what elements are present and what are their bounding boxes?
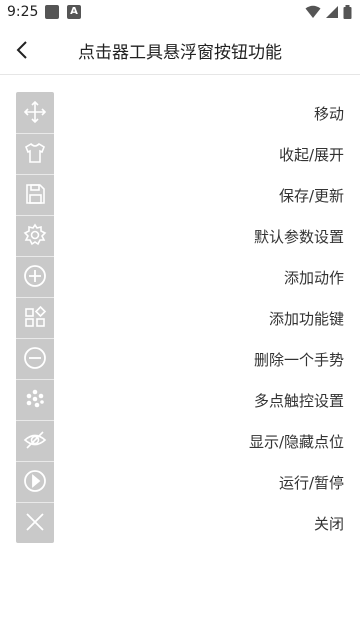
wifi-icon bbox=[305, 5, 321, 18]
menu-item-label: 添加功能键 bbox=[268, 310, 344, 328]
gear-icon bbox=[17, 217, 53, 253]
add-circle-icon bbox=[17, 258, 53, 294]
menu-item-toggle-points[interactable]: 显示/隐藏点位 bbox=[0, 420, 360, 461]
multi-dots-icon bbox=[17, 381, 53, 417]
a-notification-icon: A bbox=[67, 5, 81, 19]
remove-circle-icon bbox=[17, 340, 53, 376]
menu-item-multitouch-settings[interactable]: 多点触控设置 bbox=[0, 379, 360, 420]
menu-item-label: 删除一个手势 bbox=[253, 351, 344, 369]
menu-item-save-update[interactable]: 保存/更新 bbox=[0, 174, 360, 215]
save-icon bbox=[17, 176, 53, 212]
menu-item-label: 关闭 bbox=[313, 515, 344, 533]
menu-item-close[interactable]: 关闭 bbox=[0, 502, 360, 543]
battery-icon bbox=[343, 5, 352, 19]
menu-item-add-function-key[interactable]: 添加功能键 bbox=[0, 297, 360, 338]
eye-icon bbox=[17, 422, 53, 458]
status-time: 9:25 bbox=[7, 4, 39, 20]
widgets-icon bbox=[17, 299, 53, 335]
menu-item-add-action[interactable]: 添加动作 bbox=[0, 256, 360, 297]
menu-item-label: 保存/更新 bbox=[278, 187, 344, 205]
signal-icon bbox=[326, 6, 338, 18]
menu-item-collapse-expand[interactable]: 收起/展开 bbox=[0, 133, 360, 174]
menu-item-run-pause[interactable]: 运行/暂停 bbox=[0, 461, 360, 502]
menu-item-delete-gesture[interactable]: 删除一个手势 bbox=[0, 338, 360, 379]
status-bar: 9:25 A bbox=[0, 0, 360, 24]
shirt-icon bbox=[17, 135, 53, 171]
menu-item-label: 添加动作 bbox=[283, 269, 344, 287]
menu-item-default-settings[interactable]: 默认参数设置 bbox=[0, 215, 360, 256]
menu-item-label: 运行/暂停 bbox=[278, 474, 344, 492]
play-icon bbox=[17, 463, 53, 499]
menu-item-label: 默认参数设置 bbox=[253, 228, 344, 246]
page-title: 点击器工具悬浮窗按钮功能 bbox=[78, 43, 282, 63]
menu-item-label: 收起/展开 bbox=[278, 146, 344, 164]
menu-item-label: 显示/隐藏点位 bbox=[248, 433, 344, 451]
menu-item-label: 移动 bbox=[313, 105, 344, 123]
move-icon bbox=[17, 94, 53, 130]
close-icon bbox=[17, 504, 53, 540]
menu-item-move[interactable]: 移动 bbox=[0, 92, 360, 133]
status-right bbox=[305, 5, 352, 19]
app-bar: 点击器工具悬浮窗按钮功能 bbox=[0, 24, 360, 75]
app-notification-icon bbox=[45, 5, 59, 19]
menu-item-label: 多点触控设置 bbox=[253, 392, 344, 410]
